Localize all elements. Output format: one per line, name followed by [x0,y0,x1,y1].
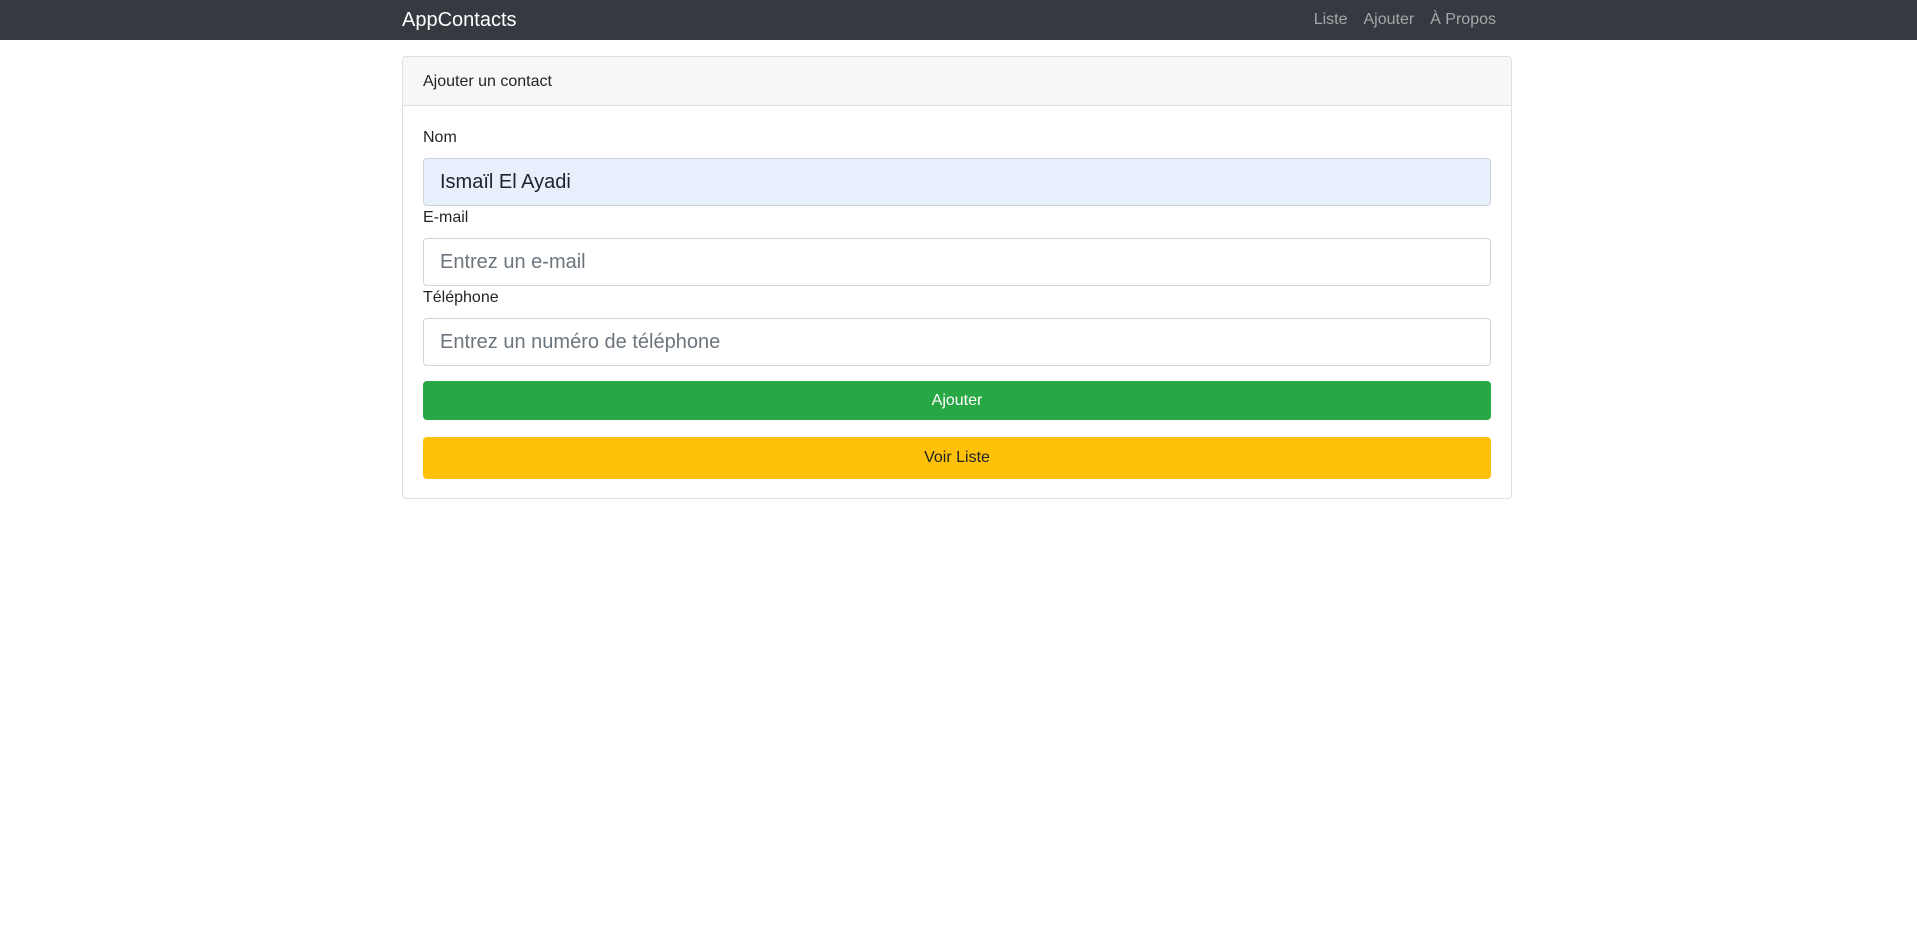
card-body: Nom E-mail Téléphone Ajouter Voir Liste [403,106,1511,498]
nom-input[interactable] [423,158,1491,206]
view-list-button[interactable]: Voir Liste [423,437,1491,479]
email-input[interactable] [423,238,1491,286]
navbar: AppContacts Liste Ajouter À Propos [0,0,1917,40]
card-header: Ajouter un contact [403,57,1511,106]
add-button[interactable]: Ajouter [423,381,1491,420]
nav-link-a-propos[interactable]: À Propos [1430,11,1496,29]
nom-label: Nom [423,129,457,146]
brand-link[interactable]: AppContacts [402,9,517,32]
nav-links: Liste Ajouter À Propos [1314,11,1496,29]
nav-link-ajouter[interactable]: Ajouter [1363,11,1414,29]
email-label: E-mail [423,209,469,226]
telephone-label: Téléphone [423,289,499,306]
nav-link-liste[interactable]: Liste [1314,11,1348,29]
add-contact-card: Ajouter un contact Nom E-mail Téléphone … [402,56,1512,499]
telephone-input[interactable] [423,318,1491,366]
